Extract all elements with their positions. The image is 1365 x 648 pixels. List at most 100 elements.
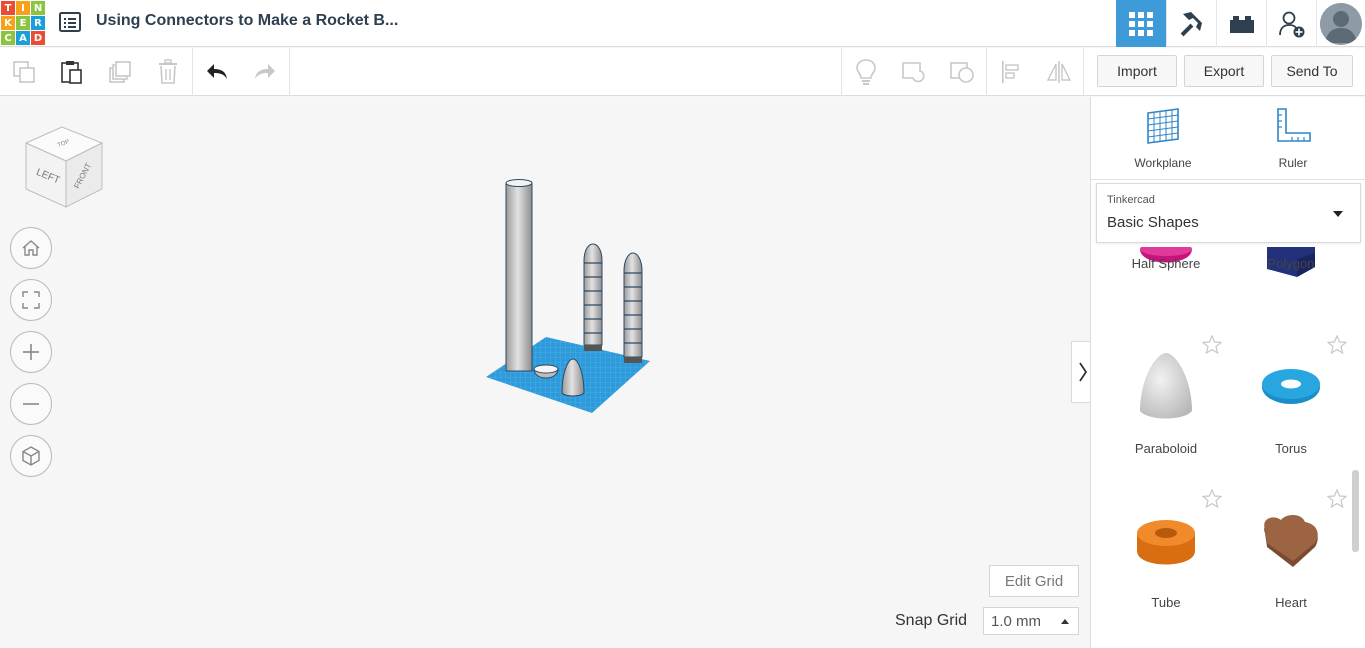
logo-letter: A: [16, 31, 30, 45]
clipboard-tools: [0, 48, 290, 96]
edit-grid-button[interactable]: Edit Grid: [989, 565, 1079, 597]
home-icon: [22, 240, 40, 256]
group-button[interactable]: [890, 48, 938, 96]
zoom-in-button[interactable]: [10, 331, 52, 373]
bricks-view-button[interactable]: [1216, 0, 1266, 47]
panel-divider: [1091, 179, 1365, 180]
align-icon: [1002, 61, 1019, 83]
shape-tile-heart[interactable]: Heart: [1231, 489, 1351, 629]
header-tools: [1116, 0, 1364, 47]
favorite-star-icon[interactable]: [1202, 335, 1222, 355]
shape-grid: Half Sphere Polygon Paraboloid Torus Tub…: [1091, 247, 1365, 648]
shape-tile-torus[interactable]: Torus: [1231, 335, 1351, 475]
logo-letter: T: [1, 1, 15, 15]
cube-icon: [22, 446, 40, 466]
send-to-button[interactable]: Send To: [1271, 55, 1353, 87]
paste-icon: [61, 61, 82, 84]
paraboloid-icon: [1140, 353, 1192, 419]
favorite-star-icon[interactable]: [1327, 335, 1347, 355]
bricks-icon: [1229, 15, 1254, 33]
zoom-out-button[interactable]: [10, 383, 52, 425]
notes-button[interactable]: [842, 48, 890, 96]
undo-icon: [207, 64, 227, 79]
blocks-view-button[interactable]: [1166, 0, 1216, 47]
design-list-button[interactable]: [58, 10, 82, 34]
toolbar-divider: [1083, 48, 1084, 96]
redo-icon: [255, 64, 275, 79]
plus-icon: [23, 344, 39, 360]
ruler-label: Ruler: [1278, 156, 1308, 170]
logo-letter: D: [31, 31, 45, 45]
logo-letter: R: [31, 16, 45, 30]
view-cube[interactable]: TOP LEFT FRONT: [16, 119, 108, 211]
ungroup-icon: [950, 62, 974, 83]
logo-letter: N: [31, 1, 45, 15]
torus-icon: [1262, 369, 1320, 404]
workplane-icon: [1147, 108, 1179, 144]
pickaxe-icon: [1180, 11, 1202, 36]
ruler-icon: [1277, 108, 1311, 142]
trash-icon: [159, 59, 177, 84]
minus-icon: [23, 403, 39, 405]
import-button[interactable]: Import: [1097, 55, 1177, 87]
logo-letter: E: [16, 16, 30, 30]
shape-name: Tube: [1151, 595, 1181, 610]
favorite-star-icon[interactable]: [1202, 489, 1222, 509]
heart-icon: [1264, 515, 1318, 567]
avatar-image: [1319, 2, 1362, 45]
caret-up-icon: [1061, 619, 1069, 624]
panel-scrollbar[interactable]: [1352, 470, 1359, 552]
design-title[interactable]: Using Connectors to Make a Rocket B...: [96, 12, 398, 30]
workplane-tool[interactable]: Workplane: [1118, 107, 1208, 170]
undo-button[interactable]: [193, 48, 241, 96]
chevron-right-icon: [1079, 362, 1088, 382]
shape-name: Paraboloid: [1134, 441, 1198, 456]
redo-button[interactable]: [241, 48, 289, 96]
mirror-button[interactable]: [1035, 48, 1083, 96]
3d-scene[interactable]: [470, 177, 670, 417]
shape-name: Half Sphere: [1131, 256, 1201, 271]
logo-letter: I: [16, 1, 30, 15]
perspective-button[interactable]: [10, 435, 52, 477]
favorite-star-icon[interactable]: [1327, 489, 1347, 509]
shape-tile-paraboloid[interactable]: Paraboloid: [1106, 335, 1226, 475]
shape-name: Torus: [1275, 441, 1307, 456]
user-avatar[interactable]: [1316, 0, 1364, 47]
toolbar-divider: [289, 48, 290, 96]
ruler-tool[interactable]: Ruler: [1248, 107, 1338, 170]
fit-view-button[interactable]: [10, 279, 52, 321]
3d-design-view-button[interactable]: [1116, 0, 1166, 47]
duplicate-button[interactable]: [96, 48, 144, 96]
logo-letter: C: [1, 31, 15, 45]
shape-library-select[interactable]: Tinkercad Basic Shapes: [1096, 183, 1361, 243]
add-user-icon: [1278, 11, 1304, 37]
library-name: Basic Shapes: [1107, 214, 1199, 231]
export-button[interactable]: Export: [1184, 55, 1264, 87]
rocket-shape[interactable]: [623, 252, 643, 363]
rocket-shape[interactable]: [583, 243, 603, 351]
home-view-button[interactable]: [10, 227, 52, 269]
snap-grid-select[interactable]: 1.0 mm: [983, 607, 1079, 635]
align-button[interactable]: [987, 48, 1035, 96]
shape-name: Heart: [1275, 595, 1307, 610]
shape-tile-half-sphere[interactable]: Half Sphere: [1106, 247, 1226, 347]
ungroup-button[interactable]: [938, 48, 986, 96]
shape-tile-polygon[interactable]: Polygon: [1231, 247, 1351, 347]
shape-tile-tube[interactable]: Tube: [1106, 489, 1226, 629]
duplicate-icon: [109, 61, 131, 83]
tall-cylinder-shape[interactable]: [505, 182, 533, 372]
snap-grid-label: Snap Grid: [895, 612, 968, 629]
snap-grid-value: 1.0 mm: [991, 612, 1042, 630]
delete-button[interactable]: [144, 48, 192, 96]
caret-down-icon: [1333, 211, 1343, 217]
top-header: T I N K E R C A D Using Connectors to Ma…: [0, 0, 1365, 47]
shape-tools: [841, 48, 1084, 96]
fit-view-icon: [22, 291, 40, 309]
copy-button[interactable]: [0, 48, 48, 96]
invite-user-button[interactable]: [1266, 0, 1316, 47]
tinkercad-logo[interactable]: T I N K E R C A D: [1, 1, 45, 45]
workplane-canvas[interactable]: TOP LEFT FRONT Edit Grid Snap Grid 1.0 m…: [0, 97, 1095, 648]
paste-button[interactable]: [48, 48, 96, 96]
shape-name: Polygon: [1267, 256, 1315, 271]
library-category: Tinkercad: [1107, 194, 1155, 206]
